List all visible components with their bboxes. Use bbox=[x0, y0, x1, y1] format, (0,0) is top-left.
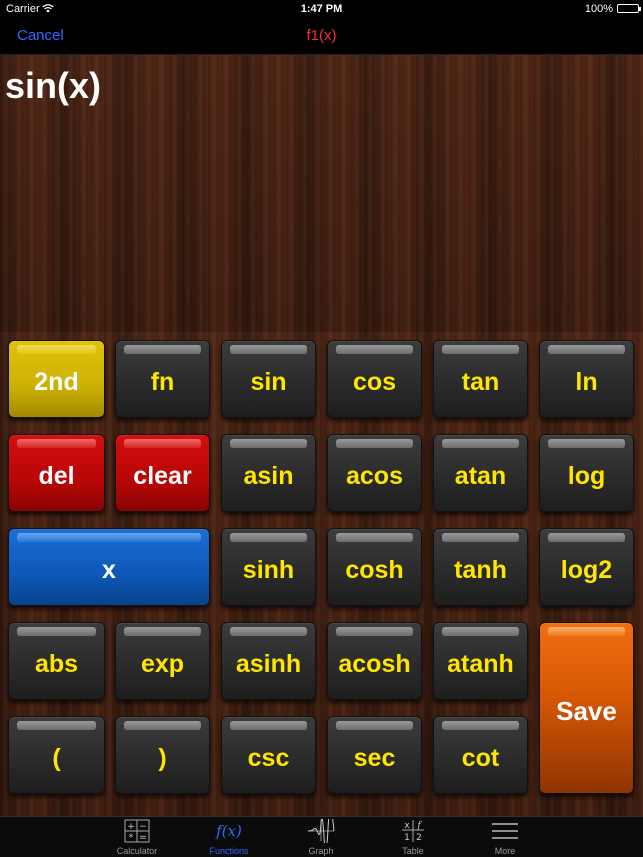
key-atan[interactable]: atan bbox=[433, 434, 528, 512]
screen: Carrier 1:47 PM 100% Cancel f1(x) sin(x)… bbox=[0, 0, 643, 857]
key-atanh[interactable]: atanh bbox=[433, 622, 528, 700]
svg-text:2: 2 bbox=[416, 833, 422, 843]
key-right-paren[interactable]: ) bbox=[115, 716, 210, 794]
key-x[interactable]: x bbox=[8, 528, 210, 606]
function-icon: f(x) bbox=[216, 822, 242, 840]
key-left-paren[interactable]: ( bbox=[8, 716, 105, 794]
key-tan[interactable]: tan bbox=[433, 340, 528, 418]
expression-display: sin(x) bbox=[0, 55, 643, 332]
tab-functions[interactable]: f(x) Functions bbox=[183, 817, 275, 857]
tab-bar: + − * = Calculator f(x) Functions Graph bbox=[0, 816, 643, 857]
cancel-button[interactable]: Cancel bbox=[17, 27, 64, 44]
key-sinh[interactable]: sinh bbox=[221, 528, 316, 606]
table-icon: x f 1 2 bbox=[402, 820, 424, 843]
nav-title: f1(x) bbox=[306, 27, 337, 44]
key-tanh[interactable]: tanh bbox=[433, 528, 528, 606]
tab-table[interactable]: x f 1 2 Table bbox=[367, 817, 459, 857]
save-button[interactable]: Save bbox=[539, 622, 634, 794]
tab-calculator[interactable]: + − * = Calculator bbox=[91, 817, 183, 857]
key-cot[interactable]: cot bbox=[433, 716, 528, 794]
key-asin[interactable]: asin bbox=[221, 434, 316, 512]
status-bar: Carrier 1:47 PM 100% bbox=[0, 0, 643, 18]
key-log[interactable]: log bbox=[539, 434, 634, 512]
tab-graph[interactable]: Graph bbox=[275, 817, 367, 857]
svg-text:*: * bbox=[129, 833, 134, 843]
menu-icon bbox=[492, 823, 518, 839]
key-2nd[interactable]: 2nd bbox=[8, 340, 105, 418]
key-asinh[interactable]: asinh bbox=[221, 622, 316, 700]
key-cosh[interactable]: cosh bbox=[327, 528, 422, 606]
svg-text:−: − bbox=[139, 822, 147, 832]
key-cos[interactable]: cos bbox=[327, 340, 422, 418]
svg-text:=: = bbox=[139, 833, 147, 843]
tab-more[interactable]: More bbox=[459, 817, 551, 857]
key-ln[interactable]: ln bbox=[539, 340, 634, 418]
status-time: 1:47 PM bbox=[300, 3, 343, 15]
key-log2[interactable]: log2 bbox=[539, 528, 634, 606]
svg-text:1: 1 bbox=[404, 833, 410, 843]
key-csc[interactable]: csc bbox=[221, 716, 316, 794]
tab-label: Functions bbox=[209, 846, 249, 856]
key-sin[interactable]: sin bbox=[221, 340, 316, 418]
svg-text:+: + bbox=[127, 822, 135, 832]
key-clear[interactable]: clear bbox=[115, 434, 210, 512]
key-sec[interactable]: sec bbox=[327, 716, 422, 794]
tab-label: Graph bbox=[308, 846, 334, 856]
key-abs[interactable]: abs bbox=[8, 622, 105, 700]
graph-icon bbox=[307, 819, 335, 843]
calculator-icon: + − * = bbox=[124, 819, 150, 843]
key-acos[interactable]: acos bbox=[327, 434, 422, 512]
key-acosh[interactable]: acosh bbox=[327, 622, 422, 700]
svg-text:x: x bbox=[404, 821, 410, 831]
nav-bar: Cancel f1(x) bbox=[0, 18, 643, 55]
battery-icon bbox=[617, 4, 641, 13]
expression-text: sin(x) bbox=[5, 65, 102, 106]
key-del[interactable]: del bbox=[8, 434, 105, 512]
key-fn[interactable]: fn bbox=[115, 340, 210, 418]
tab-label: More bbox=[494, 846, 516, 856]
tab-label: Table bbox=[402, 846, 424, 856]
battery-percent: 100% bbox=[584, 3, 613, 15]
key-exp[interactable]: exp bbox=[115, 622, 210, 700]
tab-label: Calculator bbox=[116, 846, 158, 856]
keypad: 2nd fn sin cos tan ln del clear asin aco… bbox=[0, 332, 643, 816]
